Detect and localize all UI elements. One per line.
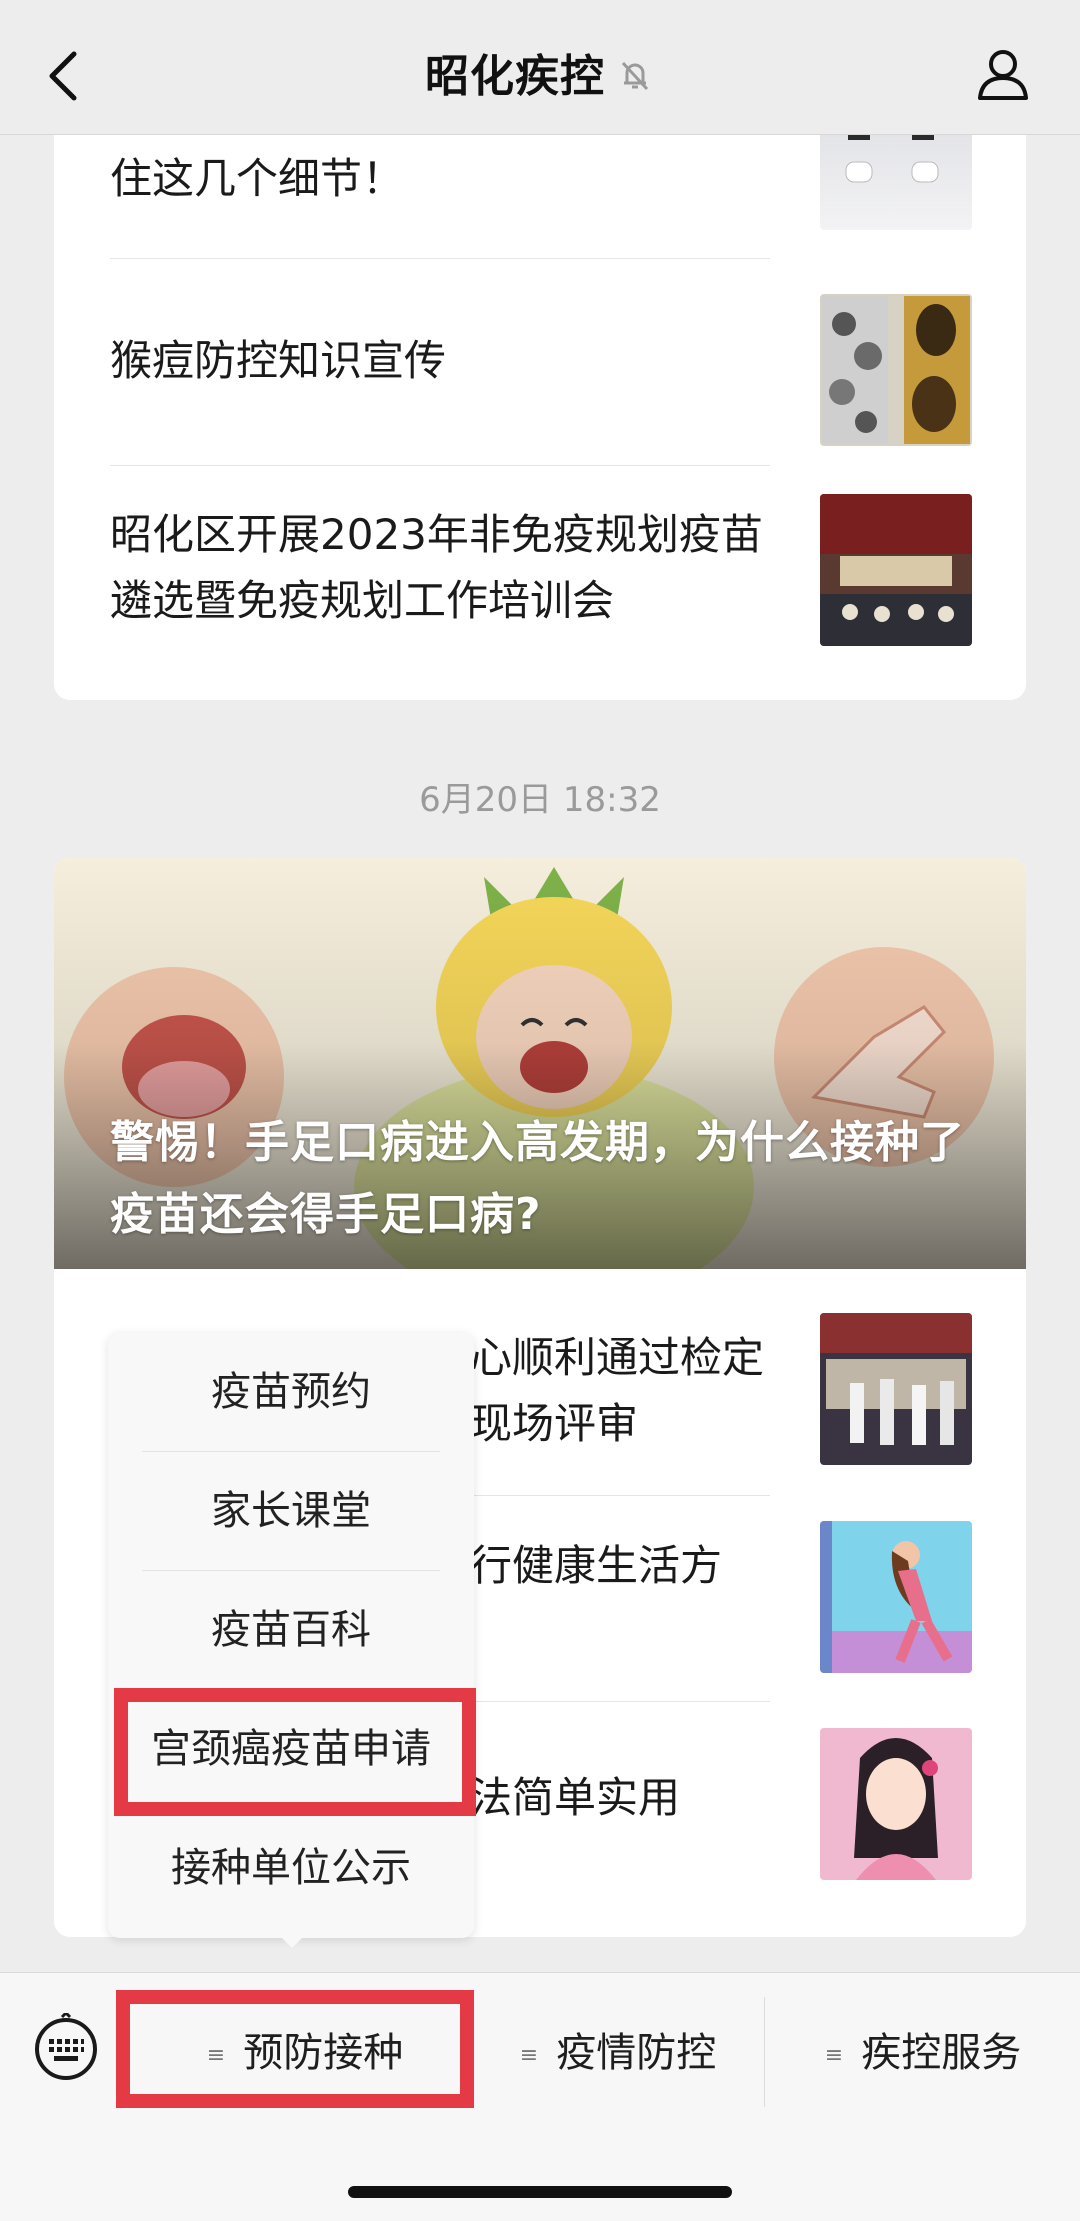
submenu-popup: 疫苗预约 家长课堂 疫苗百科 宫颈癌疫苗申请 接种单位公示 bbox=[108, 1333, 474, 1938]
article-title[interactable]: 昭化区开展2023年非免疫规划疫苗遴选暨免疫规划工作培训会 bbox=[110, 502, 770, 634]
submenu-item-vaccination-sites[interactable]: 接种单位公示 bbox=[108, 1809, 474, 1927]
profile-icon[interactable] bbox=[974, 44, 1032, 102]
article-title[interactable]: 行健康生活方 bbox=[470, 1533, 790, 1599]
article-title[interactable]: 猴痘防控知识宣传 bbox=[110, 328, 770, 394]
article-thumbnail[interactable] bbox=[820, 294, 972, 446]
keyboard-toggle-icon[interactable] bbox=[32, 2010, 100, 2081]
menu-lines-icon: ≡ bbox=[824, 2043, 844, 2068]
article-group-card-1: 住这几个细节！ 猴痘防控知识宣传 昭化区开展2023年非免疫规划疫苗遴选暨免疫规… bbox=[54, 100, 1026, 700]
menu-lines-icon: ≡ bbox=[519, 2043, 539, 2068]
divider bbox=[764, 1997, 765, 2107]
article-thumbnail[interactable] bbox=[820, 1313, 972, 1465]
popup-pointer bbox=[278, 1934, 306, 1948]
divider bbox=[110, 465, 770, 466]
highlight-box-menu bbox=[116, 1990, 474, 2108]
menu-label: 疾控服务 bbox=[861, 2030, 1022, 2076]
page-title: 昭化疾控 bbox=[0, 40, 1080, 104]
submenu-item-parent-class[interactable]: 家长课堂 bbox=[108, 1452, 474, 1570]
submenu-item-vaccine-encyclopedia[interactable]: 疫苗百科 bbox=[108, 1571, 474, 1689]
article-thumbnail[interactable] bbox=[820, 1521, 972, 1673]
muted-bell-icon bbox=[615, 55, 655, 95]
menu-button-cdc-services[interactable]: ≡ 疾控服务 bbox=[766, 1973, 1080, 2133]
divider bbox=[110, 258, 770, 259]
menu-label: 疫情防控 bbox=[556, 2030, 717, 2076]
account-name: 昭化疾控 bbox=[425, 51, 605, 102]
message-timestamp: 6月20日 18:32 bbox=[419, 780, 661, 820]
article-title[interactable]: 住这几个细节！ bbox=[110, 146, 770, 212]
hero-article[interactable]: 警惕！手足口病进入高发期，为什么接种了疫苗还会得手足口病? bbox=[54, 857, 1026, 1269]
article-thumbnail[interactable] bbox=[820, 494, 972, 646]
home-indicator[interactable] bbox=[348, 2186, 732, 2198]
article-title[interactable]: 心顺利通过检定现场评审 bbox=[470, 1325, 790, 1457]
article-thumbnail[interactable] bbox=[820, 1728, 972, 1880]
top-nav-bar: 昭化疾控 bbox=[0, 0, 1080, 135]
highlight-box-submenu bbox=[114, 1688, 476, 1816]
submenu-item-vaccine-appointment[interactable]: 疫苗预约 bbox=[108, 1333, 474, 1451]
article-title[interactable]: 法简单实用 bbox=[470, 1765, 790, 1831]
hero-title[interactable]: 警惕！手足口病进入高发期，为什么接种了疫苗还会得手足口病? bbox=[110, 1107, 970, 1251]
menu-button-epidemic-control[interactable]: ≡ 疫情防控 bbox=[472, 1973, 764, 2133]
